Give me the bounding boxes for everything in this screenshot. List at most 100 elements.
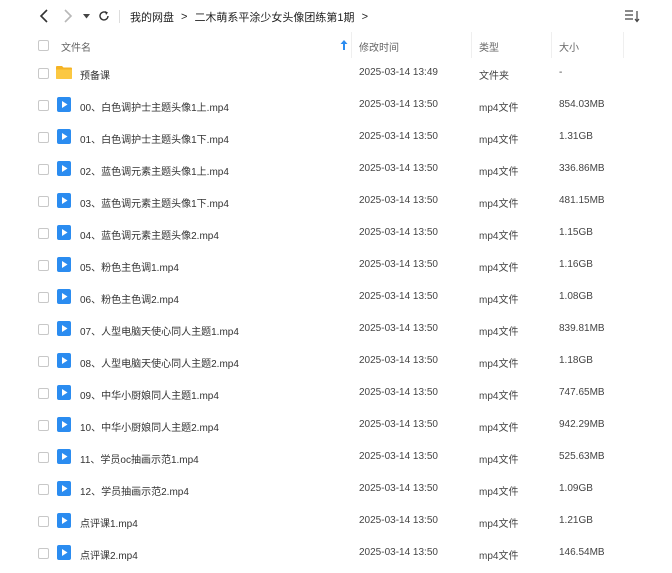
row-checkbox[interactable] <box>38 196 49 207</box>
column-header-size[interactable]: 大小 <box>559 39 579 54</box>
row-checkbox[interactable] <box>38 228 49 239</box>
row-checkbox[interactable] <box>38 356 49 367</box>
file-row[interactable]: 01、白色调护士主题头像1下.mp4 2025-03-14 13:50 mp4文件 1… <box>0 121 672 153</box>
row-checkbox[interactable] <box>38 388 49 399</box>
file-name: 07、人型电脑天使心同人主题1.mp4 <box>80 327 239 338</box>
file-modified-date: 2025-03-14 13:50 <box>359 163 438 174</box>
file-size: 942.29MB <box>559 419 605 430</box>
file-size: 525.63MB <box>559 451 605 462</box>
file-name: 09、中华小厨娘同人主题1.mp4 <box>80 391 219 402</box>
file-type: mp4文件 <box>479 487 519 498</box>
breadcrumb-item-current[interactable]: 二木萌系平涂少女头像团练第1期 <box>194 9 354 25</box>
file-modified-date: 2025-03-14 13:50 <box>359 483 438 494</box>
video-icon <box>57 161 71 176</box>
forward-button[interactable] <box>60 8 76 24</box>
file-name: 点评课2.mp4 <box>80 551 138 562</box>
toolbar-divider <box>119 10 120 23</box>
video-icon <box>57 417 71 432</box>
file-row[interactable]: 04、蓝色调元素主题头像2.mp4 2025-03-14 13:50 mp4文件 1.… <box>0 217 672 249</box>
row-checkbox[interactable] <box>38 260 49 271</box>
file-modified-date: 2025-03-14 13:49 <box>359 67 438 78</box>
file-size: 1.16GB <box>559 259 593 270</box>
file-type: 文件夹 <box>479 71 509 82</box>
file-row[interactable]: 11、学员oc抽画示范1.mp4 2025-03-14 13:50 mp4文件 525… <box>0 441 672 473</box>
file-type: mp4文件 <box>479 167 519 178</box>
video-icon <box>57 513 71 528</box>
file-modified-date: 2025-03-14 13:50 <box>359 355 438 366</box>
file-row[interactable]: 10、中华小厨娘同人主题2.mp4 2025-03-14 13:50 mp4文件 94… <box>0 409 672 441</box>
file-modified-date: 2025-03-14 13:50 <box>359 131 438 142</box>
column-header-row: 文件名 修改时间 类型 大小 <box>0 32 672 58</box>
row-checkbox[interactable] <box>38 100 49 111</box>
file-row[interactable]: 08、人型电脑天使心同人主题2.mp4 2025-03-14 13:50 mp4文件… <box>0 345 672 377</box>
breadcrumb-item-root[interactable]: 我的网盘 <box>130 9 174 25</box>
file-size: 1.15GB <box>559 227 593 238</box>
file-row[interactable]: 00、白色调护士主题头像1上.mp4 2025-03-14 13:50 mp4文件 8… <box>0 89 672 121</box>
file-name: 11、学员oc抽画示范1.mp4 <box>80 455 199 466</box>
file-row[interactable]: 07、人型电脑天使心同人主题1.mp4 2025-03-14 13:50 mp4文件… <box>0 313 672 345</box>
file-size: 481.15MB <box>559 195 605 206</box>
video-icon <box>57 321 71 336</box>
sort-list-icon <box>625 10 640 23</box>
row-checkbox[interactable] <box>38 484 49 495</box>
video-icon <box>57 289 71 304</box>
row-checkbox[interactable] <box>38 324 49 335</box>
file-row[interactable]: 12、学员抽画示范2.mp4 2025-03-14 13:50 mp4文件 1.09G… <box>0 473 672 505</box>
row-checkbox[interactable] <box>38 548 49 559</box>
file-modified-date: 2025-03-14 13:50 <box>359 451 438 462</box>
row-checkbox[interactable] <box>38 68 49 79</box>
video-icon <box>57 449 71 464</box>
row-checkbox[interactable] <box>38 292 49 303</box>
file-row[interactable]: 05、粉色主色调1.mp4 2025-03-14 13:50 mp4文件 1.16GB <box>0 249 672 281</box>
file-row[interactable]: 09、中华小厨娘同人主题1.mp4 2025-03-14 13:50 mp4文件 74… <box>0 377 672 409</box>
row-checkbox[interactable] <box>38 516 49 527</box>
file-name: 12、学员抽画示范2.mp4 <box>80 487 189 498</box>
row-checkbox[interactable] <box>38 452 49 463</box>
history-dropdown[interactable] <box>81 8 91 24</box>
sort-menu-button[interactable] <box>624 9 640 23</box>
chevron-left-icon <box>39 9 48 23</box>
column-header-name[interactable]: 文件名 <box>61 39 91 54</box>
column-divider[interactable] <box>351 32 352 58</box>
file-name: 点评课1.mp4 <box>80 519 138 530</box>
file-name: 08、人型电脑天使心同人主题2.mp4 <box>80 359 239 370</box>
file-type: mp4文件 <box>479 359 519 370</box>
file-modified-date: 2025-03-14 13:50 <box>359 387 438 398</box>
column-divider[interactable] <box>551 32 552 58</box>
file-name: 00、白色调护士主题头像1上.mp4 <box>80 103 229 114</box>
file-row[interactable]: 预备课 2025-03-14 13:49 文件夹 - <box>0 57 672 89</box>
column-header-modified[interactable]: 修改时间 <box>359 39 399 54</box>
file-row[interactable]: 06、粉色主色调2.mp4 2025-03-14 13:50 mp4文件 1.08GB <box>0 281 672 313</box>
column-header-type[interactable]: 类型 <box>479 39 499 54</box>
breadcrumb-expand[interactable]: > <box>362 11 368 23</box>
file-type: mp4文件 <box>479 327 519 338</box>
file-row[interactable]: 点评课2.mp4 2025-03-14 13:50 mp4文件 146.54MB <box>0 537 672 569</box>
file-type: mp4文件 <box>479 423 519 434</box>
file-row[interactable]: 03、蓝色调元素主题头像1下.mp4 2025-03-14 13:50 mp4文件 4… <box>0 185 672 217</box>
sort-ascending-icon[interactable] <box>340 40 348 50</box>
back-button[interactable] <box>36 8 52 24</box>
refresh-button[interactable] <box>96 8 112 24</box>
row-checkbox[interactable] <box>38 164 49 175</box>
refresh-icon <box>99 11 109 21</box>
select-all-checkbox[interactable] <box>38 40 49 51</box>
file-size: 146.54MB <box>559 547 605 558</box>
file-modified-date: 2025-03-14 13:50 <box>359 259 438 270</box>
column-divider[interactable] <box>623 32 624 58</box>
row-checkbox[interactable] <box>38 132 49 143</box>
file-type: mp4文件 <box>479 231 519 242</box>
file-type: mp4文件 <box>479 199 519 210</box>
breadcrumb: 我的网盘 > 二木萌系平涂少女头像团练第1期 > <box>130 9 375 25</box>
file-row[interactable]: 点评课1.mp4 2025-03-14 13:50 mp4文件 1.21GB <box>0 505 672 537</box>
file-row[interactable]: 02、蓝色调元素主题头像1上.mp4 2025-03-14 13:50 mp4文件 3… <box>0 153 672 185</box>
file-size: 839.81MB <box>559 323 605 334</box>
row-checkbox[interactable] <box>38 420 49 431</box>
video-icon <box>57 97 71 112</box>
file-size: 1.18GB <box>559 355 593 366</box>
column-divider[interactable] <box>471 32 472 58</box>
file-name: 预备课 <box>80 71 110 82</box>
file-modified-date: 2025-03-14 13:50 <box>359 195 438 206</box>
file-size: 854.03MB <box>559 99 605 110</box>
file-modified-date: 2025-03-14 13:50 <box>359 547 438 558</box>
file-type: mp4文件 <box>479 263 519 274</box>
